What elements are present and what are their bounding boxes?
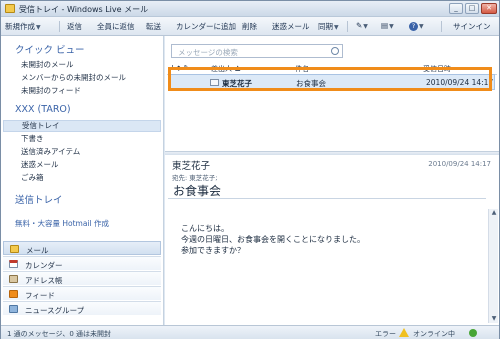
layout-icon: ▤ <box>381 21 389 30</box>
scroll-up-icon[interactable]: ▲ <box>490 209 498 217</box>
nav-contacts[interactable]: アドレス帳 <box>3 271 161 285</box>
forward-button[interactable]: 転送 <box>146 21 161 32</box>
calendar-icon <box>9 260 18 268</box>
pen-icon: ✎ <box>356 21 363 30</box>
folder-inbox[interactable]: 受信トレイ <box>3 120 161 132</box>
delete-button[interactable]: 削除 <box>242 21 257 32</box>
reply-all-button[interactable]: 全員に返信 <box>97 21 135 32</box>
divider <box>59 21 60 32</box>
mail-icon <box>10 245 19 253</box>
message-body[interactable]: こんにちは。 今週の日曜日、お食事会を開くことになりました。 参加できますか？ <box>181 223 365 256</box>
title-bar: 受信トレイ - Windows Live メール _ □ ✕ <box>1 1 499 17</box>
body-line: こんにちは。 <box>181 224 229 233</box>
nav-mail-label: メール <box>26 246 49 255</box>
hotmail-link[interactable]: 無料・大容量 Hotmail 作成 <box>15 218 109 229</box>
app-window: 受信トレイ - Windows Live メール _ □ ✕ 新規作成▼ 返信 … <box>0 0 500 339</box>
new-button[interactable]: 新規作成▼ <box>5 21 41 32</box>
reading-pane: 東芝花子 2010/09/24 14:17 宛先: 東芝花子; お食事会 こんに… <box>165 155 499 325</box>
nav-feeds[interactable]: フィード <box>3 286 161 300</box>
new-label: 新規作成 <box>5 22 35 31</box>
divider <box>347 21 348 32</box>
chevron-down-icon: ▼ <box>419 23 424 30</box>
reply-button[interactable]: 返信 <box>67 21 82 32</box>
body-line: 参加できますか？ <box>181 246 245 255</box>
window-title: 受信トレイ - Windows Live メール <box>19 5 149 14</box>
body-line: 今週の日曜日、お食事会を開くことになりました。 <box>181 235 365 244</box>
outbox-heading[interactable]: 送信トレイ <box>15 192 63 206</box>
contacts-icon <box>9 275 18 283</box>
divider <box>168 198 486 199</box>
account-heading[interactable]: XXX (TARO) <box>15 104 71 115</box>
status-message-count: 1 通のメッセージ、0 通は未開封 <box>7 330 112 338</box>
maximize-button[interactable]: □ <box>465 3 479 14</box>
chevron-down-icon: ▼ <box>36 24 41 31</box>
junk-button[interactable]: 迷惑メール <box>272 21 310 32</box>
quick-view-unread-feeds[interactable]: 未開封のフィード <box>21 85 81 96</box>
nav-contacts-label: アドレス帳 <box>25 276 63 285</box>
search-placeholder: メッセージの検索 <box>178 48 238 57</box>
search-icon[interactable] <box>331 47 339 55</box>
chevron-down-icon: ▼ <box>389 23 394 30</box>
quick-views-heading[interactable]: クイック ビュー <box>15 42 85 56</box>
folder-drafts[interactable]: 下書き <box>21 133 44 144</box>
folder-pane: クイック ビュー 未開封のメール メンバーからの未開封のメール 未開封のフィード… <box>1 36 164 325</box>
nav-newsgroups[interactable]: ニュースグループ <box>3 301 161 315</box>
folder-junk[interactable]: 迷惑メール <box>21 159 59 170</box>
reading-subject: お食事会 <box>173 184 222 198</box>
divider <box>441 21 442 32</box>
search-input[interactable]: メッセージの検索 <box>171 44 343 58</box>
close-button[interactable]: ✕ <box>481 3 497 14</box>
help-menu-button[interactable]: ? ▼ <box>409 21 424 31</box>
layout-menu-button[interactable]: ▤▼ <box>381 21 394 30</box>
folder-sent[interactable]: 送信済みアイテム <box>21 146 80 157</box>
sync-button[interactable]: 同期▼ <box>318 21 339 32</box>
chevron-down-icon: ▼ <box>363 23 368 30</box>
minimize-button[interactable]: _ <box>449 3 463 14</box>
nav-feeds-label: フィード <box>25 291 55 300</box>
sync-label: 同期 <box>318 22 333 31</box>
folder-deleted[interactable]: ごみ箱 <box>21 172 44 183</box>
online-icon <box>469 329 477 337</box>
inbox-icon <box>5 4 15 13</box>
nav-calendar[interactable]: カレンダー <box>3 256 161 270</box>
nav-calendar-label: カレンダー <box>25 261 63 270</box>
status-bar: 1 通のメッセージ、0 通は未開封 エラー オンライン中 <box>1 325 499 339</box>
rss-icon <box>9 290 18 298</box>
status-error[interactable]: エラー <box>375 329 396 339</box>
quick-view-unread-mail[interactable]: 未開封のメール <box>21 59 74 70</box>
status-online[interactable]: オンライン中 <box>413 329 455 339</box>
pen-menu-button[interactable]: ✎▼ <box>356 21 368 30</box>
message-list-pane: メッセージの検索 ! ◆ ✎ 差出人 ▲ 件名 受信日時 東芝花子 お食事会 2… <box>165 36 499 151</box>
nav-newsgroups-label: ニュースグループ <box>25 306 85 315</box>
toolbar: 新規作成▼ 返信 全員に返信 転送 カレンダーに追加 削除 迷惑メール 同期▼ … <box>1 17 499 36</box>
reading-from[interactable]: 東芝花子 <box>172 158 210 172</box>
help-icon: ? <box>409 22 418 31</box>
chevron-down-icon: ▼ <box>334 24 339 31</box>
newsgroup-icon <box>9 305 18 313</box>
warning-icon <box>399 328 409 337</box>
add-calendar-button[interactable]: カレンダーに追加 <box>176 21 236 32</box>
scrollbar[interactable]: ▲ ▼ <box>488 209 498 323</box>
scroll-down-icon[interactable]: ▼ <box>490 315 498 323</box>
signin-button[interactable]: サインイン <box>453 21 491 32</box>
reading-date: 2010/09/24 14:17 <box>428 160 491 168</box>
highlight-frame <box>168 67 492 91</box>
nav-mail[interactable]: メール <box>3 241 161 255</box>
reading-to: 宛先: 東芝花子; <box>172 174 218 182</box>
quick-view-unread-contacts[interactable]: メンバーからの未開封のメール <box>21 72 126 83</box>
